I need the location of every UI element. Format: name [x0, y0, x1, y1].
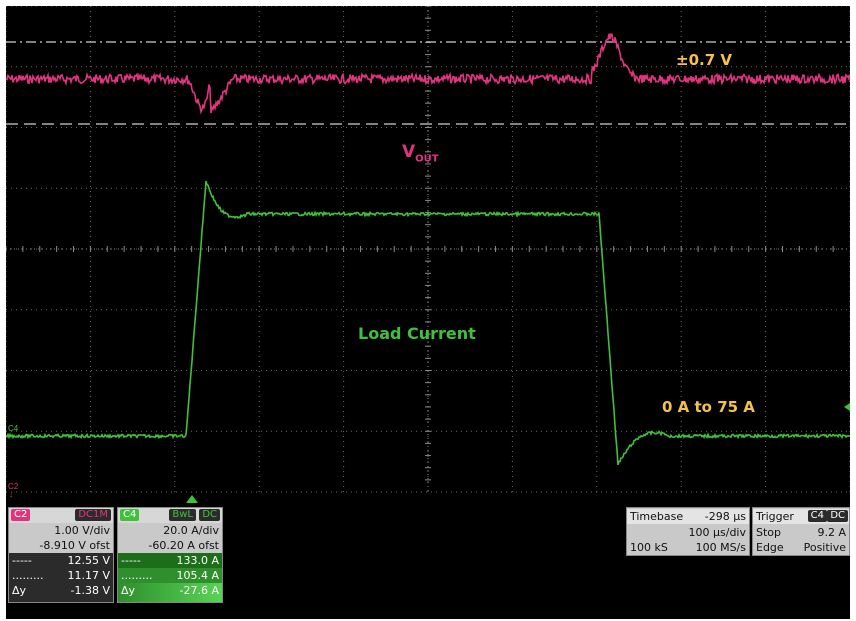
- ch2-down-arrow-icon: ↓: [9, 490, 13, 499]
- ch2-coupling: DC1M: [75, 509, 111, 521]
- timebase-samples: 100 kS: [630, 541, 668, 554]
- load-current-label: Load Current: [358, 324, 476, 343]
- timebase-descriptor[interactable]: Timebase -298 µs 100 µs/div 100 kS 100 M…: [626, 507, 750, 556]
- ch2-badge: C2: [11, 509, 31, 521]
- ch4-coupling: DC: [199, 509, 220, 521]
- timebase-scale: 100 µs/div: [688, 526, 746, 539]
- ch4-bw-limit: BwL: [169, 509, 196, 521]
- trigger-type: Edge: [756, 541, 784, 554]
- ch2-descriptor[interactable]: C2 DC1M 1.00 V/div -8.910 V ofst ----- 1…: [8, 507, 114, 603]
- ch2-delta-value: -1.38 V: [70, 584, 110, 597]
- ch2-cursor1-value: 12.55 V: [67, 554, 110, 567]
- ch4-scale: 20.0 A/div: [163, 524, 219, 537]
- ch2-cursor2-value: 11.17 V: [67, 569, 110, 582]
- ch4-cursor2-value: 105.4 A: [176, 569, 219, 582]
- trigger-level-marker: [844, 403, 850, 411]
- ch4-badge: C4: [120, 509, 140, 521]
- ch4-delta-value: -27.6 A: [179, 584, 219, 597]
- trigger-coupling: DC: [827, 510, 848, 522]
- ch4-descriptor[interactable]: C4 BwL DC 20.0 A/div -60.20 A ofst -----…: [117, 507, 223, 603]
- trigger-position-marker: [186, 495, 198, 503]
- trigger-level: 9.2 A: [817, 526, 846, 539]
- vout-label: VOUT: [402, 142, 439, 165]
- current-step-label: 0 A to 75 A: [662, 398, 755, 416]
- ch2-scale: 1.00 V/div: [54, 524, 110, 537]
- ch2-offset: -8.910 V ofst: [39, 539, 110, 552]
- ch4-ground-marker: C4: [8, 424, 19, 433]
- trigger-slope: Positive: [803, 541, 846, 554]
- trigger-mode: Stop: [756, 526, 782, 539]
- timebase-rate: 100 MS/s: [695, 541, 746, 554]
- ch4-offset: -60.20 A ofst: [148, 539, 219, 552]
- trigger-source: C4: [807, 510, 827, 522]
- timebase-delay: -298 µs: [704, 510, 746, 523]
- ripple-label: ±0.7 V: [676, 51, 732, 69]
- trigger-descriptor[interactable]: Trigger C4 DC Stop 9.2 A Edge Positive: [752, 507, 850, 556]
- ch4-cursor1-value: 133.0 A: [176, 554, 219, 567]
- oscilloscope-screen: VOUT ±0.7 V Load Current 0 A to 75 A C4 …: [6, 6, 850, 619]
